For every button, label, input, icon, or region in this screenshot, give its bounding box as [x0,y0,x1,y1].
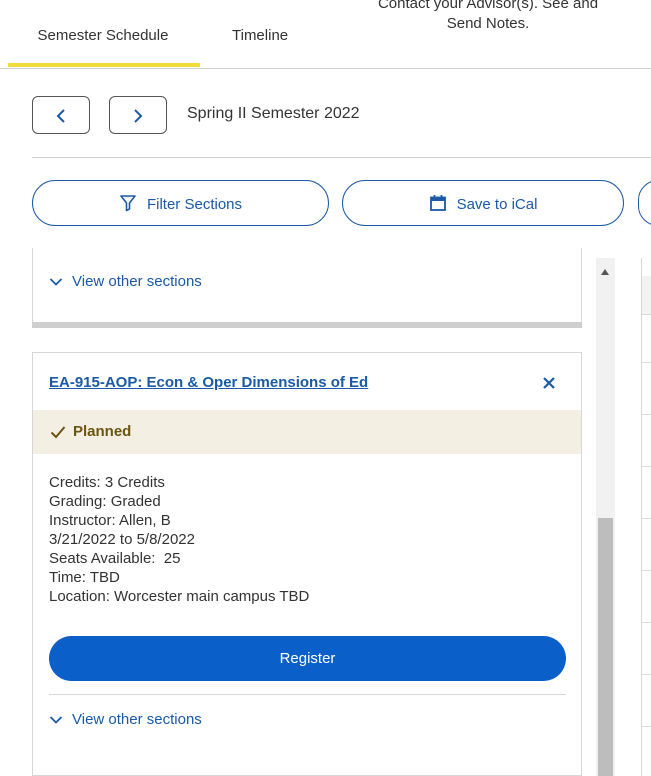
chevron-down-icon [49,716,63,724]
grid-line [642,570,651,571]
location-text: Location: Worcester main campus TBD [49,588,310,605]
previous-term-button[interactable] [32,96,90,134]
term-title: Spring II Semester 2022 [187,105,360,122]
view-other-sections-label: View other sections [72,273,202,290]
more-actions-button[interactable] [638,180,651,226]
close-icon[interactable] [542,376,556,390]
tab-contact-line2: Send Notes. [446,15,530,32]
view-other-sections-link[interactable]: View other sections [49,711,202,728]
filter-sections-button[interactable]: Filter Sections [32,180,329,226]
filter-icon [120,195,136,212]
planned-status-bar: Planned [33,410,581,454]
tab-semester-schedule[interactable]: Semester Schedule [8,27,198,44]
divider [32,157,651,158]
course-title-link[interactable]: EA-915-AOP: Econ & Oper Dimensions of Ed [49,374,368,391]
credits-text: Credits: 3 Credits [49,474,165,491]
check-icon [50,426,66,439]
chevron-left-icon [56,109,65,123]
course-card: EA-915-AOP: Econ & Oper Dimensions of Ed… [32,352,582,776]
grid-line [642,414,651,415]
active-tab-indicator [8,63,200,67]
save-to-ical-button[interactable]: Save to iCal [342,180,624,226]
grid-line [642,518,651,519]
register-button[interactable]: Register [49,636,566,681]
dates-text: 3/21/2022 to 5/8/2022 [49,531,195,548]
previous-course-card: View other sections [32,248,582,326]
tab-bar: Semester Schedule Timeline Contact your … [0,0,651,69]
tab-contact-advisor[interactable]: Contact your Advisor(s). See and Send No… [343,0,633,34]
tab-contact-line1: Contact your Advisor(s). See and [377,0,599,12]
time-text: Time: TBD [49,569,120,586]
course-list-panel: View other sections EA-915-AOP: Econ & O… [32,248,582,776]
scroll-up-arrow[interactable] [601,269,609,275]
card-footer-bar [32,322,582,328]
calendar-icon [429,195,446,211]
filter-sections-label: Filter Sections [146,196,243,213]
tab-timeline[interactable]: Timeline [232,27,288,44]
next-term-button[interactable] [109,96,167,134]
grid-line [642,362,651,363]
grading-text: Grading: Graded [49,493,161,510]
seats-text: Seats Available: 25 [49,550,181,567]
grid-line [642,466,651,467]
schedule-grid-edge [641,258,651,776]
scroll-thumb[interactable] [598,518,613,776]
course-details: Credits: 3 Credits Grading: Graded Instr… [49,473,309,606]
chevron-right-icon [134,109,143,123]
grid-line [642,674,651,675]
scrollbar[interactable] [596,258,615,776]
card-divider [49,694,566,695]
instructor-text: Instructor: Allen, B [49,512,171,529]
chevron-down-icon [49,278,63,286]
view-other-sections-label: View other sections [72,711,202,728]
status-label: Planned [73,423,132,440]
grid-line [642,622,651,623]
view-other-sections-link[interactable]: View other sections [49,273,202,290]
grid-line [642,726,651,727]
save-to-ical-label: Save to iCal [456,196,538,213]
grid-header [642,276,651,315]
